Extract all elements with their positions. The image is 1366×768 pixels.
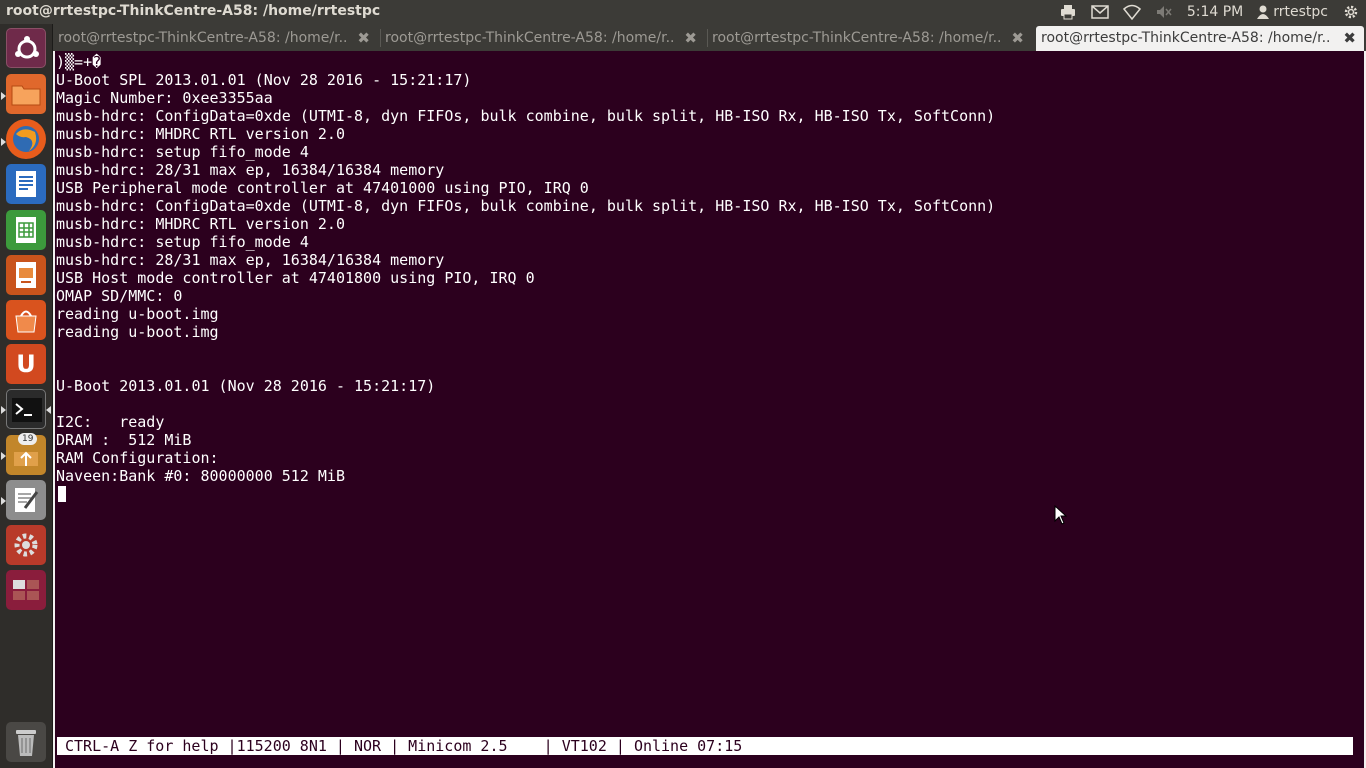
gear-icon[interactable]	[1342, 3, 1360, 21]
update-count-badge: 19	[18, 433, 38, 445]
update-manager-icon[interactable]: 19	[6, 433, 46, 475]
terminal-output: )▒=+� U-Boot SPL 2013.01.01 (Nov 28 2016 …	[56, 53, 995, 485]
user-icon	[1257, 5, 1270, 19]
terminal-line: musb-hdrc: MHDRC RTL version 2.0	[56, 215, 345, 233]
terminal-line: DRAM : 512 MiB	[56, 431, 192, 449]
terminal-line: Naveen:Bank #0: 80000000 512 MiB	[56, 467, 345, 485]
tab-label: root@rrtestpc-ThinkCentre-A58: /home/r..…	[712, 30, 1002, 46]
mouse-pointer-icon	[1054, 504, 1068, 529]
minicom-status-bar: CTRL-A Z for help |115200 8N1 | NOR | Mi…	[57, 737, 1353, 755]
user-menu[interactable]: rrtestpc	[1257, 4, 1328, 20]
terminal-line: I2C: ready	[56, 413, 165, 431]
mail-icon[interactable]	[1091, 3, 1109, 21]
tab-label: root@rrtestpc-ThinkCentre-A58: /home/r..…	[1041, 30, 1331, 46]
terminal-line: musb-hdrc: setup fifo_mode 4	[56, 143, 309, 161]
firefox-icon[interactable]	[6, 119, 46, 159]
launcher: U 19	[0, 24, 53, 768]
terminal-tab[interactable]: root@rrtestpc-ThinkCentre-A58: /home/r..…	[707, 26, 1032, 51]
writer-icon[interactable]	[6, 164, 46, 204]
wifi-icon[interactable]	[1122, 3, 1141, 21]
dash-home-icon[interactable]	[6, 28, 46, 68]
close-icon[interactable]: ✖	[684, 29, 697, 47]
trash-icon[interactable]	[6, 722, 46, 762]
username: rrtestpc	[1273, 4, 1328, 20]
terminal-view[interactable]: )▒=+� U-Boot SPL 2013.01.01 (Nov 28 2016 …	[53, 51, 1366, 768]
tab-label: root@rrtestpc-ThinkCentre-A58: /home/r..…	[385, 30, 675, 46]
system-settings-icon[interactable]	[6, 525, 46, 565]
terminal-line: RAM Configuration:	[56, 449, 219, 467]
calc-icon[interactable]	[6, 210, 46, 250]
terminal-line: Magic Number: 0xee3355aa	[56, 89, 273, 107]
terminal-icon[interactable]	[6, 389, 46, 429]
clock[interactable]: 5:14 PM	[1187, 4, 1243, 20]
tab-label: root@rrtestpc-ThinkCentre-A58: /home/r..…	[58, 30, 348, 46]
terminal-cursor	[58, 486, 66, 502]
text-editor-icon[interactable]	[6, 480, 46, 520]
impress-icon[interactable]	[6, 255, 46, 295]
close-icon[interactable]: ✖	[1343, 29, 1356, 47]
terminal-line: reading u-boot.img	[56, 305, 219, 323]
terminal-line: musb-hdrc: 28/31 max ep, 16384/16384 mem…	[56, 161, 445, 179]
workspace-switcher-icon[interactable]	[6, 570, 46, 610]
terminal-line: U-Boot SPL 2013.01.01 (Nov 28 2016 - 15:…	[56, 71, 472, 89]
printer-icon[interactable]	[1059, 3, 1077, 21]
terminal-line: musb-hdrc: MHDRC RTL version 2.0	[56, 125, 345, 143]
ubuntu-one-icon[interactable]: U	[6, 344, 46, 384]
terminal-line: USB Peripheral mode controller at 474010…	[56, 179, 589, 197]
terminal-tab-active[interactable]: root@rrtestpc-ThinkCentre-A58: /home/r..…	[1036, 26, 1364, 51]
terminal-line: U-Boot 2013.01.01 (Nov 28 2016 - 15:21:1…	[56, 377, 436, 395]
terminal-line: musb-hdrc: 28/31 max ep, 16384/16384 mem…	[56, 251, 445, 269]
terminal-line: musb-hdrc: ConfigData=0xde (UTMI-8, dyn …	[56, 197, 996, 215]
terminal-tab[interactable]: root@rrtestpc-ThinkCentre-A58: /home/r..…	[53, 26, 378, 51]
close-icon[interactable]: ✖	[1011, 29, 1024, 47]
terminal-line: OMAP SD/MMC: 0	[56, 287, 183, 305]
software-center-icon[interactable]	[6, 300, 46, 340]
top-panel: root@rrtestpc-ThinkCentre-A58: /home/rrt…	[0, 0, 1366, 24]
files-icon[interactable]	[6, 74, 46, 114]
tab-bar: root@rrtestpc-ThinkCentre-A58: /home/r..…	[53, 24, 1366, 51]
window-title: root@rrtestpc-ThinkCentre-A58: /home/rrt…	[6, 3, 381, 19]
volume-muted-icon[interactable]	[1155, 3, 1173, 21]
close-icon[interactable]: ✖	[357, 29, 370, 47]
indicator-area: 5:14 PM rrtestpc	[1059, 0, 1360, 24]
terminal-line: musb-hdrc: setup fifo_mode 4	[56, 233, 309, 251]
terminal-line: reading u-boot.img	[56, 323, 219, 341]
terminal-tab[interactable]: root@rrtestpc-ThinkCentre-A58: /home/r..…	[380, 26, 705, 51]
terminal-line: )▒=+�	[56, 53, 102, 71]
terminal-line: musb-hdrc: ConfigData=0xde (UTMI-8, dyn …	[56, 107, 996, 125]
terminal-line: USB Host mode controller at 47401800 usi…	[56, 269, 535, 287]
